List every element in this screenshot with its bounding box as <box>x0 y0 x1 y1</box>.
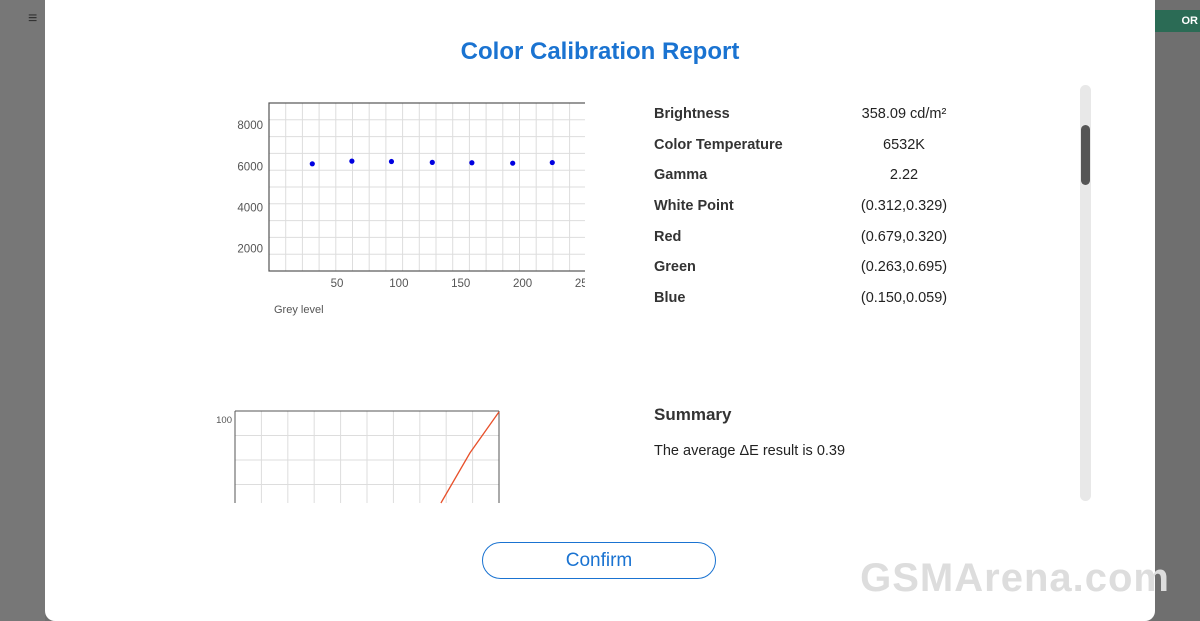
data-point <box>429 159 435 165</box>
stat-label: Brightness <box>654 106 730 122</box>
data-point <box>549 159 555 166</box>
y-tick-label: 8000 <box>237 120 263 132</box>
gamma-curve <box>440 411 500 504</box>
stat-label: Red <box>654 228 682 245</box>
x-tick-label: 50 <box>331 278 344 290</box>
background-sidebar: ≡ <box>0 0 45 621</box>
stat-label: Gamma <box>654 167 708 184</box>
stat-label: Blue <box>654 290 686 307</box>
calibration-report-dialog: Color Calibration Report 50 100 150 200 250 2… <box>45 0 1155 621</box>
stats-table: Brightness 358.09 cd/m² Color Temperature 6… <box>654 106 994 321</box>
stat-row: Gamma 2.22 <box>654 167 994 198</box>
menu-icon: ≡ <box>28 10 38 27</box>
x-axis-label: Grey level <box>274 304 324 316</box>
stat-value: 2.22 <box>889 167 919 184</box>
summary-text: The average ΔE result is 0.39 <box>654 443 846 459</box>
summary-heading: Summary <box>654 405 732 424</box>
stat-value: (0.150,0.059) <box>860 290 948 307</box>
color-temperature-chart: 50 100 150 200 250 2000 4000 6000 8000 Grey level <box>237 102 585 316</box>
y-tick-label: 6000 <box>237 161 263 173</box>
stat-row: White Point (0.312,0.329) <box>654 198 994 229</box>
data-point <box>309 161 315 167</box>
stat-label: White Point <box>654 198 734 215</box>
background-badge: OR <box>1153 10 1200 32</box>
data-point <box>388 158 395 165</box>
scrollbar-thumb[interactable] <box>1081 125 1090 185</box>
stat-row: Blue (0.150,0.059) <box>654 290 994 321</box>
y-tick-label: 100 <box>216 415 232 426</box>
stat-value: 358.09 cd/m² <box>861 106 947 122</box>
x-tick-label: 100 <box>389 278 408 290</box>
data-point <box>510 160 516 166</box>
watermark: GSMArena.com <box>860 556 1170 600</box>
stat-row: Color Temperature 6532K <box>654 137 994 168</box>
stat-label: Green <box>654 259 696 276</box>
stat-value: 6532K <box>883 136 925 153</box>
stat-label: Color Temperature <box>654 136 783 153</box>
stat-row: Brightness 358.09 cd/m² <box>654 106 994 137</box>
confirm-button[interactable]: Confirm <box>482 542 716 579</box>
stat-row: Green (0.263,0.695) <box>654 259 994 290</box>
y-tick-label: 2000 <box>237 243 263 255</box>
x-tick-label: 250 <box>575 278 585 290</box>
stat-value: (0.263,0.695) <box>860 259 948 276</box>
data-point <box>349 158 355 164</box>
dialog-title: Color Calibration Report <box>460 38 740 65</box>
scrollbar[interactable] <box>1080 85 1091 501</box>
y-tick-label: 4000 <box>237 202 263 214</box>
stat-row: Red (0.679,0.320) <box>654 229 994 260</box>
x-tick-label: 200 <box>513 278 532 290</box>
stat-value: (0.312,0.329) <box>860 198 948 215</box>
gamma-chart: 100 <box>216 410 500 504</box>
data-point <box>469 160 475 166</box>
x-tick-label: 150 <box>451 278 470 290</box>
stat-value: (0.679,0.320) <box>860 228 948 245</box>
